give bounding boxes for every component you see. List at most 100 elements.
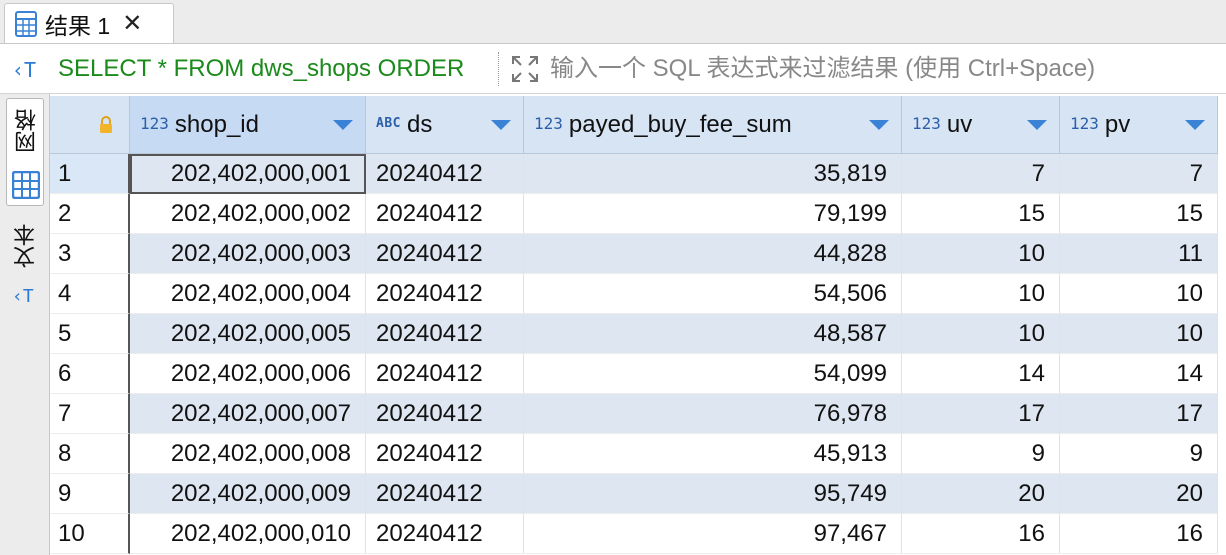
cell-ds[interactable]: 20240412 <box>366 314 524 354</box>
cell-pv[interactable]: 16 <box>1060 514 1218 554</box>
cell-uv[interactable]: 20 <box>902 474 1060 514</box>
table-row[interactable]: 3 202,402,000,003 20240412 44,828 10 11 <box>50 234 1226 274</box>
cell-payed-buy-fee-sum[interactable]: 97,467 <box>524 514 902 554</box>
cell-pv[interactable]: 7 <box>1060 154 1218 194</box>
cell-payed-buy-fee-sum[interactable]: 44,828 <box>524 234 902 274</box>
grid-corner[interactable] <box>50 96 130 154</box>
column-header-pv[interactable]: 123 pv <box>1060 96 1218 154</box>
cell-ds[interactable]: 20240412 <box>366 154 524 194</box>
view-mode-strip: 网格 文本 ‹T <box>0 94 50 555</box>
cell-uv[interactable]: 9 <box>902 434 1060 474</box>
cell-payed-buy-fee-sum[interactable]: 45,913 <box>524 434 902 474</box>
sort-arrow-icon[interactable] <box>869 120 889 130</box>
expand-icon[interactable] <box>510 54 540 84</box>
table-row[interactable]: 9 202,402,000,009 20240412 95,749 20 20 <box>50 474 1226 514</box>
row-number[interactable]: 5 <box>50 314 130 354</box>
table-row[interactable]: 5 202,402,000,005 20240412 48,587 10 10 <box>50 314 1226 354</box>
grid-icon <box>12 171 40 199</box>
cell-pv[interactable]: 10 <box>1060 314 1218 354</box>
cell-pv[interactable]: 17 <box>1060 394 1218 434</box>
cell-ds[interactable]: 20240412 <box>366 354 524 394</box>
cell-pv[interactable]: 9 <box>1060 434 1218 474</box>
cell-ds[interactable]: 20240412 <box>366 274 524 314</box>
cell-pv[interactable]: 10 <box>1060 274 1218 314</box>
cell-shop-id[interactable]: 202,402,000,008 <box>130 434 366 474</box>
tab-result-1[interactable]: 结果 1 ✕ <box>4 3 174 43</box>
cell-payed-buy-fee-sum[interactable]: 76,978 <box>524 394 902 434</box>
cell-ds[interactable]: 20240412 <box>366 434 524 474</box>
sort-arrow-icon[interactable] <box>1185 120 1205 130</box>
cell-ds[interactable]: 20240412 <box>366 394 524 434</box>
cell-uv[interactable]: 14 <box>902 354 1060 394</box>
column-name: ds <box>406 110 433 138</box>
cell-shop-id[interactable]: 202,402,000,006 <box>130 354 366 394</box>
row-number[interactable]: 7 <box>50 394 130 434</box>
cell-ds[interactable]: 20240412 <box>366 474 524 514</box>
cell-uv[interactable]: 10 <box>902 234 1060 274</box>
table-icon <box>15 10 37 37</box>
sql-text-icon[interactable]: ‹T <box>12 58 36 82</box>
result-tab-bar: 结果 1 ✕ <box>0 0 1226 44</box>
table-row[interactable]: 8 202,402,000,008 20240412 45,913 9 9 <box>50 434 1226 474</box>
table-row[interactable]: 7 202,402,000,007 20240412 76,978 17 17 <box>50 394 1226 434</box>
row-number[interactable]: 6 <box>50 354 130 394</box>
cell-shop-id[interactable]: 202,402,000,004 <box>130 274 366 314</box>
cell-payed-buy-fee-sum[interactable]: 95,749 <box>524 474 902 514</box>
sql-query-text[interactable]: SELECT * FROM dws_shops ORDER <box>58 55 464 83</box>
row-number[interactable]: 8 <box>50 434 130 474</box>
cell-shop-id[interactable]: 202,402,000,009 <box>130 474 366 514</box>
row-number[interactable]: 2 <box>50 194 130 234</box>
text-icon[interactable]: ‹T <box>12 286 34 307</box>
cell-uv[interactable]: 7 <box>902 154 1060 194</box>
cell-uv[interactable]: 17 <box>902 394 1060 434</box>
text-view-tab[interactable]: 文本 <box>10 224 40 268</box>
cell-ds[interactable]: 20240412 <box>366 514 524 554</box>
table-row[interactable]: 6 202,402,000,006 20240412 54,099 14 14 <box>50 354 1226 394</box>
cell-uv[interactable]: 10 <box>902 314 1060 354</box>
cell-uv[interactable]: 10 <box>902 274 1060 314</box>
lock-icon <box>100 116 112 133</box>
row-number[interactable]: 4 <box>50 274 130 314</box>
cell-payed-buy-fee-sum[interactable]: 79,199 <box>524 194 902 234</box>
cell-uv[interactable]: 16 <box>902 514 1060 554</box>
row-number[interactable]: 3 <box>50 234 130 274</box>
close-icon[interactable]: ✕ <box>122 11 142 36</box>
cell-shop-id[interactable]: 202,402,000,007 <box>130 394 366 434</box>
cell-payed-buy-fee-sum[interactable]: 35,819 <box>524 154 902 194</box>
cell-pv[interactable]: 11 <box>1060 234 1218 274</box>
cell-shop-id[interactable]: 202,402,000,001 <box>130 154 366 194</box>
cell-ds[interactable]: 20240412 <box>366 234 524 274</box>
cell-uv[interactable]: 15 <box>902 194 1060 234</box>
cell-shop-id[interactable]: 202,402,000,010 <box>130 514 366 554</box>
table-row[interactable]: 2 202,402,000,002 20240412 79,199 15 15 <box>50 194 1226 234</box>
column-header-shop-id[interactable]: 123 shop_id <box>130 96 366 154</box>
cell-shop-id[interactable]: 202,402,000,005 <box>130 314 366 354</box>
column-name: shop_id <box>174 110 259 138</box>
sort-arrow-icon[interactable] <box>333 120 353 130</box>
row-number[interactable]: 10 <box>50 514 130 554</box>
table-row[interactable]: 1 202,402,000,001 20240412 35,819 7 7 <box>50 154 1226 194</box>
tab-label: 结果 1 <box>45 12 111 39</box>
row-number[interactable]: 1 <box>50 154 130 194</box>
cell-payed-buy-fee-sum[interactable]: 54,506 <box>524 274 902 314</box>
table-row[interactable]: 10 202,402,000,010 20240412 97,467 16 16 <box>50 514 1226 554</box>
filter-input[interactable] <box>550 50 1220 88</box>
cell-payed-buy-fee-sum[interactable]: 54,099 <box>524 354 902 394</box>
row-number[interactable]: 9 <box>50 474 130 514</box>
cell-pv[interactable]: 15 <box>1060 194 1218 234</box>
sort-arrow-icon[interactable] <box>491 120 511 130</box>
numeric-type-icon: 123 <box>912 114 941 133</box>
column-name: pv <box>1104 110 1131 138</box>
column-header-uv[interactable]: 123 uv <box>902 96 1060 154</box>
cell-payed-buy-fee-sum[interactable]: 48,587 <box>524 314 902 354</box>
sort-arrow-icon[interactable] <box>1027 120 1047 130</box>
cell-shop-id[interactable]: 202,402,000,003 <box>130 234 366 274</box>
grid-view-tab[interactable]: 网格 <box>6 98 44 206</box>
table-row[interactable]: 4 202,402,000,004 20240412 54,506 10 10 <box>50 274 1226 314</box>
column-header-payed-buy-fee-sum[interactable]: 123 payed_buy_fee_sum <box>524 96 902 154</box>
column-header-ds[interactable]: ABC ds <box>366 96 524 154</box>
cell-ds[interactable]: 20240412 <box>366 194 524 234</box>
cell-pv[interactable]: 14 <box>1060 354 1218 394</box>
cell-pv[interactable]: 20 <box>1060 474 1218 514</box>
cell-shop-id[interactable]: 202,402,000,002 <box>130 194 366 234</box>
